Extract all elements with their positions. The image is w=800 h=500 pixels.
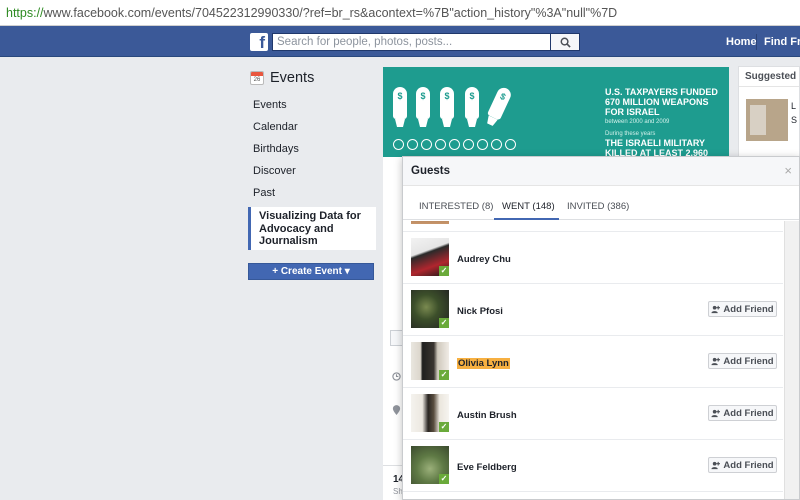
check-icon: ✓ <box>439 422 449 432</box>
star-badge-icon <box>435 139 446 150</box>
add-friend-icon <box>711 461 721 469</box>
search-button[interactable] <box>550 33 580 51</box>
cover-headline: U.S. TAXPAYERS FUNDED 670 MILLION WEAPON… <box>605 87 718 157</box>
star-badge-icon <box>477 139 488 150</box>
guest-name-highlighted[interactable]: Olivia Lynn <box>457 358 510 369</box>
event-stats-fragment: 14 Sh <box>383 465 404 500</box>
add-friend-icon <box>711 305 721 313</box>
avatar[interactable]: ✓ <box>411 290 449 328</box>
sidebar-item-events[interactable]: Events <box>248 94 376 116</box>
tab-went[interactable]: WENT (148) <box>502 201 555 212</box>
active-tab-indicator <box>494 218 559 220</box>
guest-name[interactable]: Eve Feldberg <box>457 462 517 473</box>
bomb-icon: $ <box>486 85 514 121</box>
guest-row: ✓ Audrey Chu <box>403 233 783 284</box>
guest-row: ✓ Olivia Lynn Add Friend <box>403 337 783 388</box>
star-badge-icon <box>421 139 432 150</box>
bomb-icon: $ <box>393 87 407 119</box>
sidebar-item-discover[interactable]: Discover <box>248 160 376 182</box>
check-icon: ✓ <box>439 370 449 380</box>
check-icon: ✓ <box>439 318 449 328</box>
bomb-icon: $ <box>440 87 454 119</box>
add-friend-button[interactable]: Add Friend <box>708 353 777 369</box>
bomb-icon: $ <box>465 87 479 119</box>
star-badge-icon <box>393 139 404 150</box>
add-friend-icon <box>711 357 721 365</box>
sidebar-item-birthdays[interactable]: Birthdays <box>248 138 376 160</box>
guest-name[interactable]: Nick Pfosi <box>457 306 503 317</box>
url-text[interactable]: https://www.facebook.com/events/70452231… <box>6 6 617 20</box>
avatar[interactable]: ✓ <box>411 446 449 484</box>
add-friend-icon <box>711 409 721 417</box>
add-friend-button[interactable]: Add Friend <box>708 457 777 473</box>
star-badge-icon <box>407 139 418 150</box>
suggested-event-thumbnail[interactable] <box>746 99 788 141</box>
events-title: Events <box>270 70 315 86</box>
sidebar-item-past[interactable]: Past <box>248 182 376 204</box>
guest-row: ✓ Nick Pfosi Add Friend <box>403 285 783 336</box>
nav-home-link[interactable]: Home <box>726 36 757 48</box>
star-badge-icon <box>505 139 516 150</box>
star-badge-row <box>393 139 516 150</box>
star-badge-icon <box>491 139 502 150</box>
browser-url-bar[interactable]: https://www.facebook.com/events/70452231… <box>0 0 800 26</box>
avatar[interactable]: ✓ <box>411 342 449 380</box>
event-page-background <box>383 157 402 500</box>
event-action-button[interactable] <box>390 330 402 346</box>
suggested-event-line: L <box>791 101 797 111</box>
guests-dialog-header: Guests × <box>403 157 799 186</box>
add-friend-button[interactable]: Add Friend <box>708 301 777 317</box>
event-cover-image: $ $ $ $ $ U.S. TAXPAYERS FUNDED 670 MILL… <box>383 67 729 157</box>
sidebar-item-active-event[interactable]: Visualizing Data for Advocacy and Journa… <box>248 207 376 250</box>
guests-tabs: INTERESTED (8) WENT (148) INVITED (386) <box>403 187 799 220</box>
guest-list[interactable]: ✓ Audrey Chu ✓ Nick Pfosi Add Friend ✓ O… <box>403 221 799 499</box>
suggested-events-panel: Suggested Ev L S <box>738 66 800 160</box>
bomb-icon: $ <box>416 87 430 119</box>
calendar-icon: 26 <box>250 71 264 85</box>
guest-row: ✓ Eve Feldberg Add Friend <box>403 441 783 492</box>
star-badge-icon <box>463 139 474 150</box>
guests-dialog-title: Guests <box>411 165 450 177</box>
add-friend-button[interactable]: Add Friend <box>708 405 777 421</box>
create-event-button[interactable]: + Create Event ▾ <box>248 262 374 280</box>
avatar[interactable]: ✓ <box>411 394 449 432</box>
location-pin-icon <box>392 405 401 415</box>
guest-name[interactable]: Audrey Chu <box>457 254 511 265</box>
suggested-event-line: S <box>791 115 798 125</box>
clock-icon <box>392 372 401 381</box>
facebook-logo-icon[interactable]: f <box>250 33 268 51</box>
tab-invited[interactable]: INVITED (386) <box>567 201 629 212</box>
search-icon <box>560 37 571 48</box>
avatar[interactable]: ✓ <box>411 238 449 276</box>
sidebar-item-calendar[interactable]: Calendar <box>248 116 376 138</box>
events-heading[interactable]: 26 Events <box>248 66 376 90</box>
facebook-header: f Home Find Fri <box>0 26 800 57</box>
avatar[interactable] <box>411 221 449 224</box>
guest-row: ✓ Austin Brush Add Friend <box>403 389 783 440</box>
check-icon: ✓ <box>439 474 449 484</box>
guests-dialog: Guests × INTERESTED (8) WENT (148) INVIT… <box>402 156 800 500</box>
tab-interested[interactable]: INTERESTED (8) <box>419 201 493 212</box>
guest-name[interactable]: Austin Brush <box>457 410 517 421</box>
events-sidebar: 26 Events Events Calendar Birthdays Disc… <box>248 66 376 280</box>
search-input[interactable] <box>272 33 550 51</box>
guest-list-scrollbar[interactable] <box>784 221 799 499</box>
nav-divider <box>756 34 757 50</box>
suggested-events-title: Suggested Ev <box>739 67 799 87</box>
close-icon[interactable]: × <box>784 163 792 178</box>
nav-find-friends-link[interactable]: Find Fri <box>764 36 800 48</box>
guest-row <box>403 221 783 232</box>
star-badge-icon <box>449 139 460 150</box>
check-icon: ✓ <box>439 266 449 276</box>
